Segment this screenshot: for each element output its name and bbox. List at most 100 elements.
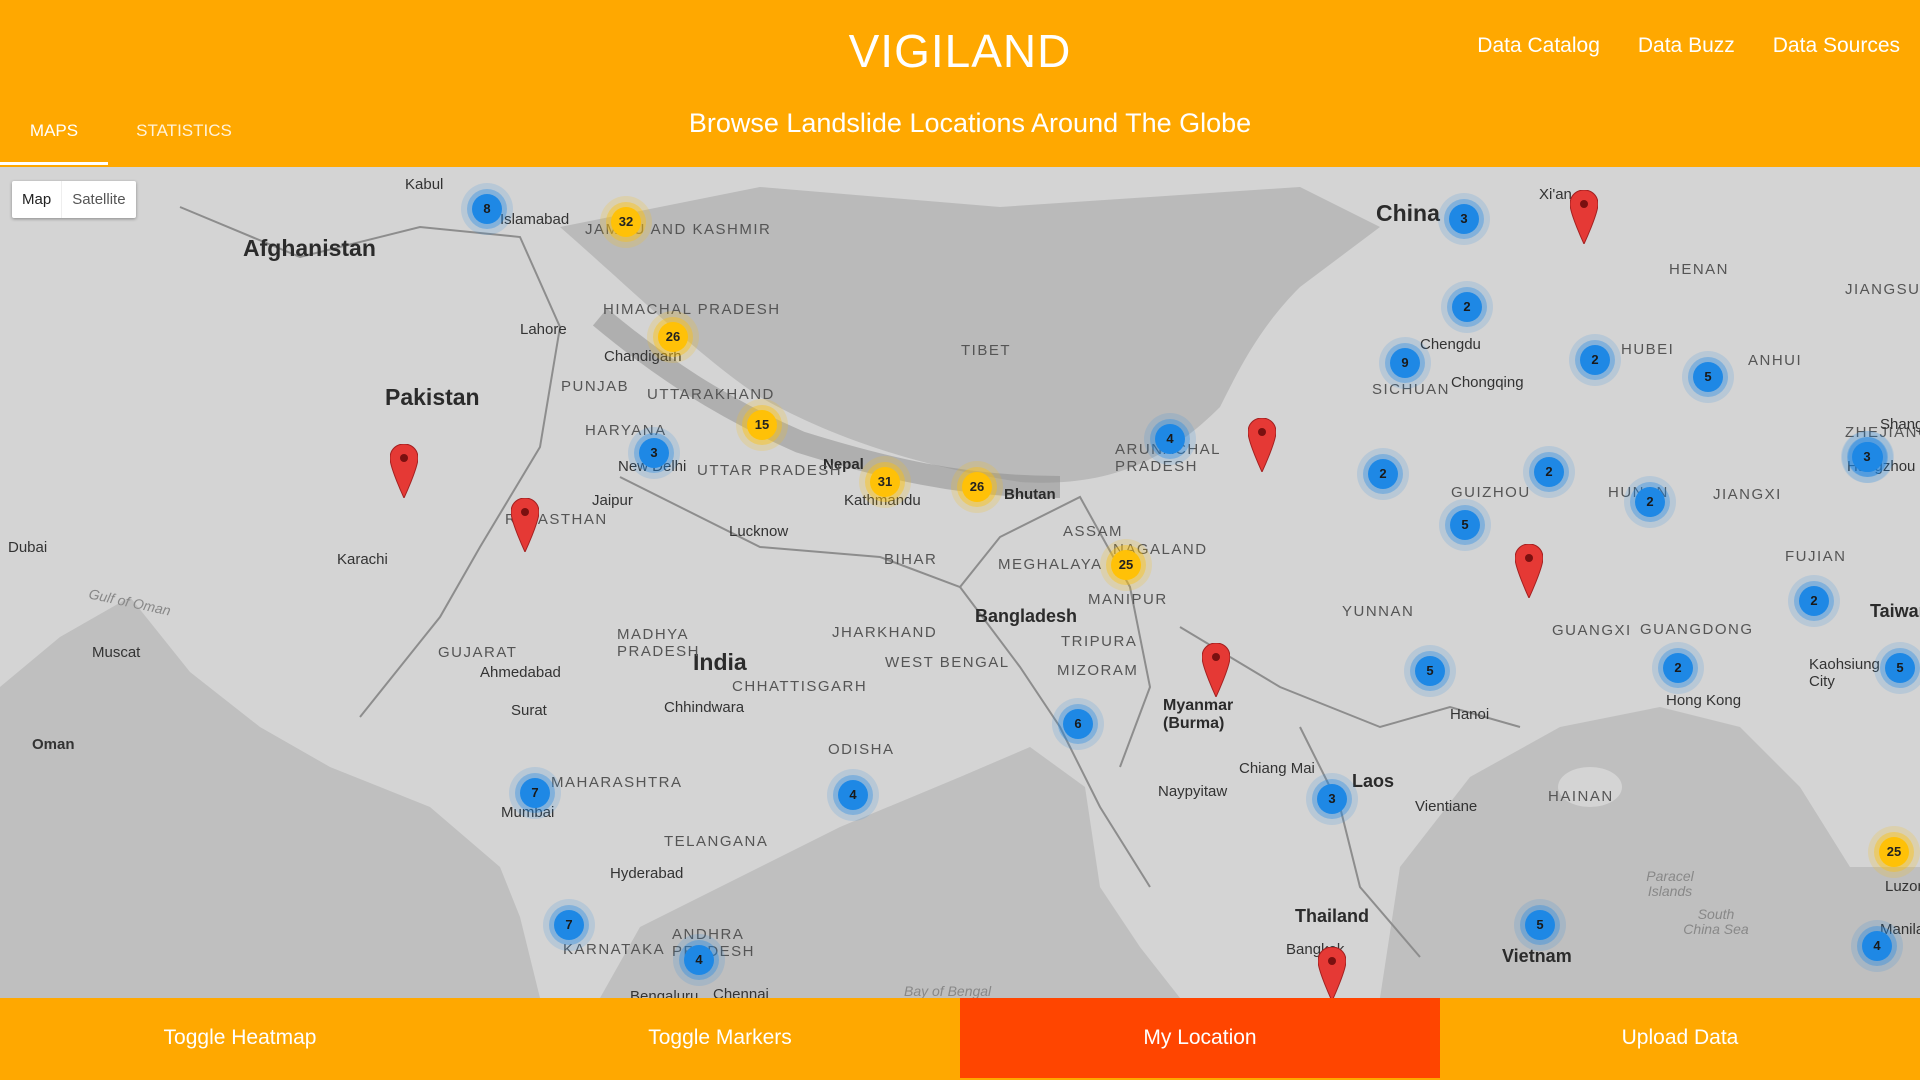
cluster-marker[interactable]: 3 [1449, 204, 1479, 234]
city-label: Shanghai [1880, 416, 1920, 433]
cluster-marker[interactable]: 2 [1799, 586, 1829, 616]
cluster-marker[interactable]: 2 [1635, 487, 1665, 517]
region-label: MEGHALAYA [998, 556, 1103, 573]
city-label: Lahore [520, 321, 567, 338]
cluster-marker[interactable]: 2 [1452, 292, 1482, 322]
cluster-marker[interactable]: 32 [611, 207, 641, 237]
nav-data-buzz[interactable]: Data Buzz [1638, 34, 1735, 58]
map-type-map-button[interactable]: Map [12, 181, 61, 218]
country-label: Bangladesh [975, 606, 1078, 626]
landslide-pin-icon[interactable] [1248, 418, 1276, 472]
cluster-marker[interactable]: 9 [1390, 348, 1420, 378]
sea-label: Bay of Bengal [904, 983, 992, 998]
cluster-marker[interactable]: 3 [639, 438, 669, 468]
country-label: Laos [1352, 771, 1395, 791]
region-label: MAHARASHTRA [551, 774, 683, 791]
region-label: HUBEI [1621, 341, 1675, 358]
region-label: TRIPURA [1061, 633, 1138, 650]
landslide-pin-icon[interactable] [1515, 544, 1543, 598]
cluster-marker[interactable]: 25 [1111, 550, 1141, 580]
map-actions-bar: Toggle Heatmap Toggle Markers My Locatio… [0, 998, 1920, 1080]
cluster-marker[interactable]: 7 [554, 910, 584, 940]
nav-data-catalog[interactable]: Data Catalog [1477, 34, 1600, 58]
region-label: YUNNAN [1342, 603, 1415, 620]
city-label: Lucknow [729, 523, 789, 540]
region-label: GUANGXI [1552, 622, 1632, 639]
landslide-pin-icon[interactable] [1570, 190, 1598, 244]
country-label: Taiwan [1870, 601, 1920, 621]
tab-statistics[interactable]: STATISTICS [108, 108, 260, 165]
cluster-marker[interactable]: 4 [838, 780, 868, 810]
region-label: SICHUAN [1372, 381, 1451, 398]
city-label: Surat [511, 702, 547, 719]
region-label: KARNATAKA [563, 941, 666, 958]
region-label: GUJARAT [438, 644, 518, 661]
city-label: Naypyitaw [1158, 783, 1228, 800]
region-label: CHHATTISGARH [732, 678, 868, 695]
cluster-marker[interactable]: 5 [1885, 653, 1915, 683]
city-label: Mumbai [501, 804, 555, 821]
country-label: Myanmar (Burma) [1163, 697, 1234, 732]
region-label: JIANGXI [1713, 486, 1782, 503]
region-label: ODISHA [828, 741, 895, 758]
region-label: TIBET [961, 342, 1012, 359]
city-label: Chhindwara [664, 699, 745, 716]
cluster-marker[interactable]: 3 [1317, 784, 1347, 814]
city-label: Chengdu [1420, 336, 1481, 353]
city-label: Chiang Mai [1239, 760, 1315, 777]
my-location-button[interactable]: My Location [960, 998, 1440, 1078]
city-label: Chongqing [1451, 374, 1524, 391]
cluster-marker[interactable]: 2 [1368, 459, 1398, 489]
cluster-marker[interactable]: 26 [658, 322, 688, 352]
toggle-heatmap-button[interactable]: Toggle Heatmap [0, 998, 480, 1078]
region-label: TELANGANA [664, 833, 769, 850]
city-label: Bengaluru [630, 988, 699, 998]
city-label: Xi'an [1539, 186, 1572, 203]
landslide-pin-icon[interactable] [1202, 643, 1230, 697]
region-label: HENAN [1669, 261, 1730, 278]
cluster-marker[interactable]: 8 [472, 194, 502, 224]
region-label: BIHAR [884, 551, 938, 568]
cluster-marker[interactable]: 5 [1415, 656, 1445, 686]
toggle-markers-button[interactable]: Toggle Markers [480, 998, 960, 1078]
region-label: UTTARAKHAND [647, 386, 775, 403]
landslide-pin-icon[interactable] [1318, 947, 1346, 998]
cluster-marker[interactable]: 2 [1663, 653, 1693, 683]
cluster-marker[interactable]: 4 [1862, 931, 1892, 961]
top-nav: Data Catalog Data Buzz Data Sources [1477, 34, 1900, 58]
city-label: Ahmedabad [480, 664, 561, 681]
cluster-marker[interactable]: 4 [684, 945, 714, 975]
nav-data-sources[interactable]: Data Sources [1773, 34, 1900, 58]
country-label: China [1376, 200, 1440, 226]
cluster-marker[interactable]: 15 [747, 410, 777, 440]
sea-label: Paracel Islands [1646, 868, 1694, 900]
cluster-marker[interactable]: 5 [1525, 910, 1555, 940]
map-type-satellite-button[interactable]: Satellite [61, 181, 135, 218]
cluster-marker[interactable]: 2 [1580, 345, 1610, 375]
cluster-marker[interactable]: 3 [1852, 442, 1882, 472]
region-label: HIMACHAL PRADESH [603, 301, 781, 318]
tab-maps[interactable]: MAPS [0, 108, 108, 165]
landslide-pin-icon[interactable] [390, 444, 418, 498]
map-type-control: Map Satellite [12, 181, 136, 218]
landslide-map[interactable]: Map Satellite Afghanistan Pakistan India… [0, 167, 1920, 998]
cluster-marker[interactable]: 7 [520, 778, 550, 808]
upload-data-button[interactable]: Upload Data [1440, 998, 1920, 1078]
cluster-marker[interactable]: 6 [1063, 709, 1093, 739]
region-label: ASSAM [1063, 523, 1124, 540]
region-label: ANHUI [1748, 352, 1803, 369]
cluster-marker[interactable]: 26 [962, 472, 992, 502]
sea-label: South China Sea [1683, 906, 1749, 938]
city-label: Chennai [713, 986, 769, 998]
cluster-marker[interactable]: 25 [1879, 837, 1909, 867]
cluster-marker[interactable]: 2 [1534, 457, 1564, 487]
cluster-marker[interactable]: 4 [1155, 424, 1185, 454]
cluster-marker[interactable]: 5 [1450, 510, 1480, 540]
city-label: Karachi [337, 551, 388, 568]
cluster-marker[interactable]: 5 [1693, 362, 1723, 392]
region-label: FUJIAN [1785, 548, 1847, 565]
region-label: MANIPUR [1088, 591, 1168, 608]
view-tabs: MAPS STATISTICS [0, 108, 260, 165]
cluster-marker[interactable]: 31 [870, 467, 900, 497]
landslide-pin-icon[interactable] [511, 498, 539, 552]
